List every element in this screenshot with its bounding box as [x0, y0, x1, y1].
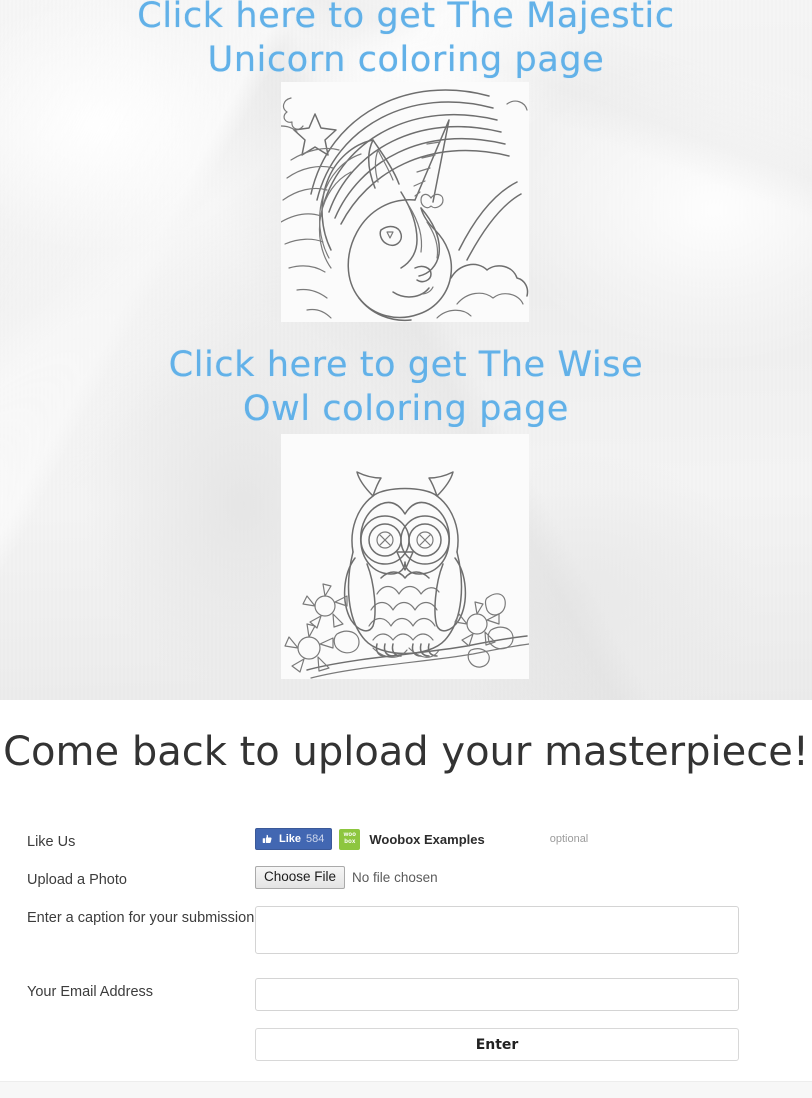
caption-textarea[interactable] — [255, 906, 739, 954]
form-row-submit: Enter — [27, 1028, 785, 1061]
submission-panel: Come back to upload your masterpiece! Li… — [0, 700, 812, 1075]
coloring-contest-page: Click here to get The Majestic Unicorn c… — [0, 0, 812, 1098]
form-row-upload: Upload a Photo Choose File No file chose… — [27, 865, 785, 890]
woobox-logo-icon: woo box — [339, 828, 361, 850]
facebook-like-label: Like — [279, 833, 302, 845]
email-label: Your Email Address — [27, 984, 154, 1000]
footer-band — [0, 1081, 812, 1098]
caption-label: Enter a caption for your submission — [27, 910, 255, 926]
owl-heading-line-1: Click here to get The Wise — [168, 345, 644, 385]
upload-control: Choose File No file chosen — [255, 865, 785, 889]
file-status-text: No file chosen — [352, 869, 438, 885]
woobox-logo-line-2: box — [344, 839, 356, 845]
caption-control — [255, 906, 785, 959]
form-row-email: Your Email Address — [27, 978, 785, 1011]
email-control — [255, 978, 785, 1011]
owl-line-art — [281, 434, 529, 679]
unicorn-heading-line-1: Click here to get The Majestic — [137, 0, 675, 36]
like-us-label: Like Us — [27, 834, 76, 850]
owl-coloring-page-link[interactable]: Click here to get The Wise Owl coloring … — [0, 343, 812, 431]
enter-button[interactable]: Enter — [255, 1028, 739, 1061]
facebook-like-widget: Like 584 woo box Woobox Examples optiona… — [255, 828, 785, 850]
thumbs-up-icon — [262, 833, 274, 845]
unicorn-coloring-page-link[interactable]: Click here to get The Majestic Unicorn c… — [0, 0, 812, 82]
email-input[interactable] — [255, 978, 739, 1011]
facebook-like-count: 584 — [306, 833, 325, 845]
submit-spacer — [27, 1028, 255, 1061]
like-optional-note: optional — [549, 833, 589, 845]
facebook-page-name[interactable]: Woobox Examples — [369, 832, 484, 847]
unicorn-line-art — [281, 82, 529, 322]
form-row-like: Like Us Like 584 woo box Woobox Examples… — [27, 828, 785, 852]
unicorn-coloring-page-thumbnail[interactable] — [281, 82, 529, 322]
like-control: Like 584 woo box Woobox Examples optiona… — [255, 828, 785, 850]
facebook-like-button[interactable]: Like 584 — [255, 828, 333, 850]
page-title: Come back to upload your masterpiece! — [3, 729, 809, 775]
owl-coloring-page-thumbnail[interactable] — [281, 434, 529, 679]
choose-file-button[interactable]: Choose File — [255, 865, 346, 889]
unicorn-heading-line-2: Unicorn coloring page — [207, 40, 605, 80]
file-input[interactable]: Choose File No file chosen — [255, 865, 785, 889]
submission-form: Like Us Like 584 woo box Woobox Examples… — [27, 828, 785, 1061]
owl-heading-line-2: Owl coloring page — [242, 389, 570, 429]
woobox-logo-line-1: woo — [343, 832, 357, 838]
upload-photo-label: Upload a Photo — [27, 872, 127, 888]
form-row-caption: Enter a caption for your submission — [27, 906, 785, 959]
